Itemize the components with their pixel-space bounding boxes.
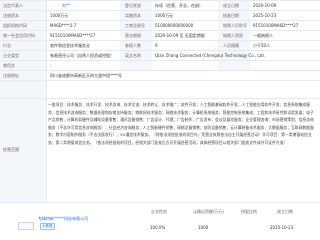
org-code-value: MA6D****2-7 bbox=[50, 23, 77, 28]
col-ratio: 持股比例 bbox=[241, 209, 257, 214]
scope-label: 经营范围 bbox=[3, 147, 19, 152]
paid-capital-label: 实缴资本 bbox=[125, 13, 141, 18]
taxpayer-qual-label: 纳税人资质 bbox=[223, 33, 243, 38]
staff-size-value: 小于50人 bbox=[253, 43, 271, 48]
reg-no-value: 510000000000000 bbox=[155, 23, 194, 28]
org-code-label: 组织机构代码 bbox=[3, 23, 27, 28]
credit-code-value: 91510100MA6D****27 bbox=[50, 33, 96, 38]
former-name-value: - bbox=[50, 63, 52, 68]
staff-size-label: 人员规模 bbox=[223, 43, 239, 48]
approve-date-label: 核准日期 bbox=[223, 13, 239, 18]
paid-capital-value: 1000万元 bbox=[155, 13, 174, 18]
business-scope-text: 一般项目：技术服务、技术开发、技术咨询、技术交流、技术转让、技术推广；软件开发；… bbox=[48, 102, 314, 145]
industry-label: 行业 bbox=[3, 43, 11, 48]
insured-label: 参保人数 bbox=[125, 43, 141, 48]
reg-no-label: 工商注册号 bbox=[125, 23, 145, 28]
taxpayer-qual-value: 一般纳税人 bbox=[253, 33, 273, 38]
legal-rep-value[interactable]: 刘** bbox=[62, 3, 70, 8]
taxpayer-id-value: 91510100MA6D****27 bbox=[253, 23, 299, 28]
credit-code-label: 统一社会信用代码 bbox=[3, 33, 35, 38]
company-type-value: 有限责任公司（自然人投资或控股） bbox=[50, 53, 114, 58]
col-subscribed: 认缴出资额(万元) bbox=[193, 209, 225, 214]
company-tag: 大数据 bbox=[40, 223, 55, 230]
term-value: 2020-10-09 至 无固定期限 bbox=[155, 33, 205, 38]
holding-ratio: 100.0% bbox=[150, 225, 166, 230]
holding-date: 2025-10-23 bbox=[270, 225, 294, 230]
address-value: 四川省成都市高新区天府大道中段****号 bbox=[50, 73, 122, 78]
insured-value: 9 bbox=[155, 43, 158, 48]
col-date: 成立日期 bbox=[277, 209, 293, 214]
former-name-label: 曾用名 bbox=[3, 63, 15, 68]
industry-value: 软件和信息技术服务业 bbox=[50, 43, 90, 48]
legal-rep-label: 法定代表人 bbox=[3, 3, 23, 8]
company-type-label: 企业类型 bbox=[3, 53, 19, 58]
taxpayer-id-label: 纳税人识别号 bbox=[223, 23, 247, 28]
status-label: 登记状态 bbox=[125, 3, 141, 8]
status-value: 存续（在营、开业、在册） bbox=[155, 3, 203, 8]
holding-company-link[interactable]: 专精特新*****科技有限公司 bbox=[38, 216, 138, 221]
english-name-label: 英文名称 bbox=[125, 53, 141, 58]
col-nature: 企业性质 bbox=[151, 209, 167, 214]
founded-value: 2020-10-09 bbox=[253, 3, 277, 8]
founded-label: 成立日期 bbox=[223, 3, 239, 8]
reg-capital-label: 注册资本 bbox=[3, 13, 19, 18]
term-label: 营业期限 bbox=[125, 33, 141, 38]
english-name-value: Qian Zhong Connected (Chengdu) Technolog… bbox=[155, 53, 265, 58]
approve-date-value: 2025-10-23 bbox=[253, 13, 277, 18]
company-logo bbox=[18, 222, 34, 230]
reg-capital-value: 1000万元 bbox=[50, 13, 69, 18]
holding-amount: 1000 bbox=[198, 225, 209, 230]
shareholding-section: 专精特新*****科技有限公司 大数据 企业性质 认缴出资额(万元) 持股比例 … bbox=[0, 204, 320, 240]
address-label: 注册地址 bbox=[3, 73, 19, 78]
